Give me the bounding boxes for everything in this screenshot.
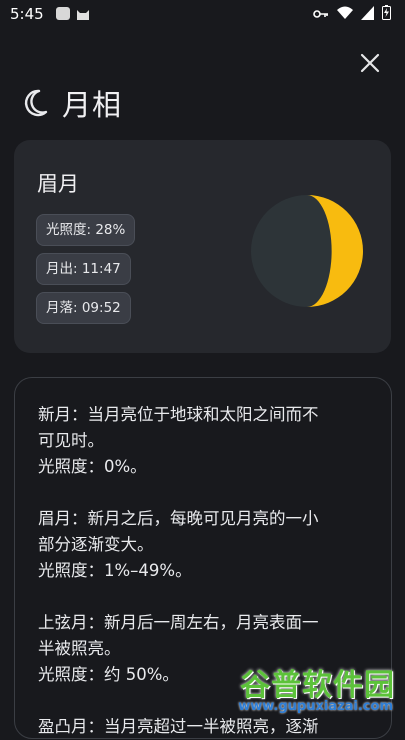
- info-line: 光照度：1%–49%。: [38, 561, 192, 580]
- status-time: 5:45: [10, 5, 44, 23]
- info-line: 新月：当月亮位于地球和太阳之间而不: [38, 405, 319, 424]
- info-line: 半被照亮。: [38, 639, 121, 658]
- watermark-logo: 谷普软件园: [240, 668, 395, 703]
- battery-icon: [382, 5, 391, 24]
- current-phase-card: 眉月 光照度: 28% 月出: 11:47 月落: 09:52: [14, 140, 391, 353]
- signal-icon: [361, 5, 374, 24]
- info-paragraph-waxing-crescent: 眉月：新月之后，每晚可见月亮的一小 部分逐渐变大。 光照度：1%–49%。: [38, 506, 373, 584]
- status-bar: 5:45: [0, 0, 405, 28]
- crescent-moon-icon: [24, 89, 48, 117]
- close-icon: [360, 53, 380, 73]
- info-line: 上弦月：新月后一周左右，月亮表面一: [38, 613, 319, 632]
- illumination-badge: 光照度: 28%: [36, 214, 136, 246]
- watermark-url: www.gupuxiazai.com: [238, 699, 393, 714]
- cat-icon: [76, 6, 90, 25]
- info-line: 眉月：新月之后，每晚可见月亮的一小: [38, 509, 319, 528]
- phase-name: 眉月: [37, 172, 79, 196]
- info-paragraph-new-moon: 新月：当月亮位于地球和太阳之间而不 可见时。 光照度：0%。: [38, 402, 373, 480]
- info-line: 盈凸月：当月亮超过一半被照亮，逐渐: [38, 717, 319, 736]
- moonset-badge: 月落: 09:52: [36, 292, 131, 324]
- moon-phase-illustration: [251, 195, 363, 307]
- key-icon: [313, 5, 329, 24]
- moonrise-badge: 月出: 11:47: [36, 253, 131, 285]
- info-line: 可见时。: [38, 431, 104, 450]
- page-header: 月相: [22, 82, 122, 124]
- close-button[interactable]: [357, 50, 383, 76]
- hms-icon: [56, 7, 70, 20]
- info-line: 部分逐渐变大。: [38, 535, 154, 554]
- page-title: 月相: [62, 88, 123, 122]
- info-paragraph-waxing-gibbous: 盈凸月：当月亮超过一半被照亮，逐渐: [38, 714, 373, 740]
- info-line: 光照度：0%。: [38, 457, 147, 476]
- wifi-icon: [337, 5, 353, 24]
